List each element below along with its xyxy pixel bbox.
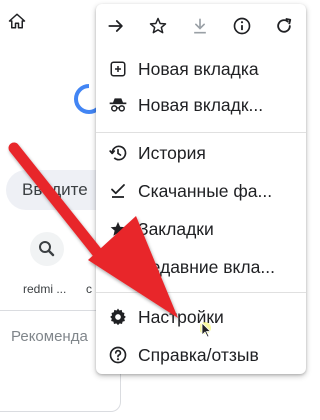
- settings-gear-icon: [108, 307, 128, 327]
- help-icon: [108, 345, 128, 365]
- menu-item-history[interactable]: История: [96, 136, 306, 170]
- menu-item-label: Новая вкладк...: [138, 94, 264, 115]
- refresh-icon[interactable]: [272, 14, 296, 38]
- star-icon: [108, 219, 128, 239]
- menu-item-label: История: [138, 142, 206, 163]
- menu-item-incognito-tab[interactable]: Новая вкладк...: [96, 88, 306, 122]
- bookmark-star-icon[interactable]: [146, 14, 170, 38]
- menu-item-label: Недавние вкла...: [138, 256, 275, 277]
- menu-item-label: Новая вкладка: [138, 58, 259, 79]
- shortcut-tile[interactable]: [30, 232, 64, 266]
- shortcut-label: c: [86, 282, 92, 296]
- shortcut-label: redmi ...: [23, 282, 67, 296]
- search-icon: [39, 241, 55, 257]
- menu-item-new-tab[interactable]: Новая вкладка: [96, 52, 306, 86]
- mouse-cursor-icon: [200, 322, 212, 338]
- incognito-icon: [108, 95, 128, 115]
- forward-arrow-icon[interactable]: [104, 14, 128, 38]
- history-icon: [108, 143, 128, 163]
- menu-item-label: Скачанные фа...: [138, 180, 273, 201]
- chrome-overflow-menu: Новая вкладка Новая вкладк... История Ск…: [96, 4, 306, 374]
- menu-item-downloads[interactable]: Скачанные фа...: [96, 174, 306, 208]
- home-icon[interactable]: [8, 12, 26, 30]
- recommendations-label: Рекоменда: [11, 328, 88, 345]
- menu-item-help-feedback[interactable]: Справка/отзыв: [96, 338, 306, 372]
- menu-item-label: Справка/отзыв: [138, 344, 259, 365]
- search-placeholder: Введите: [22, 180, 88, 199]
- menu-item-bookmarks[interactable]: Закладки: [96, 212, 306, 246]
- menu-toolbar: [96, 4, 306, 48]
- download-icon[interactable]: [188, 14, 212, 38]
- menu-item-label: Закладки: [138, 218, 214, 239]
- menu-divider: [96, 292, 306, 293]
- info-icon[interactable]: [230, 14, 254, 38]
- menu-item-recent-tabs[interactable]: Недавние вкла...: [96, 250, 306, 284]
- downloads-icon: [108, 181, 128, 201]
- menu-divider: [96, 132, 306, 133]
- recent-tabs-icon: [108, 257, 128, 277]
- new-tab-icon: [108, 59, 128, 79]
